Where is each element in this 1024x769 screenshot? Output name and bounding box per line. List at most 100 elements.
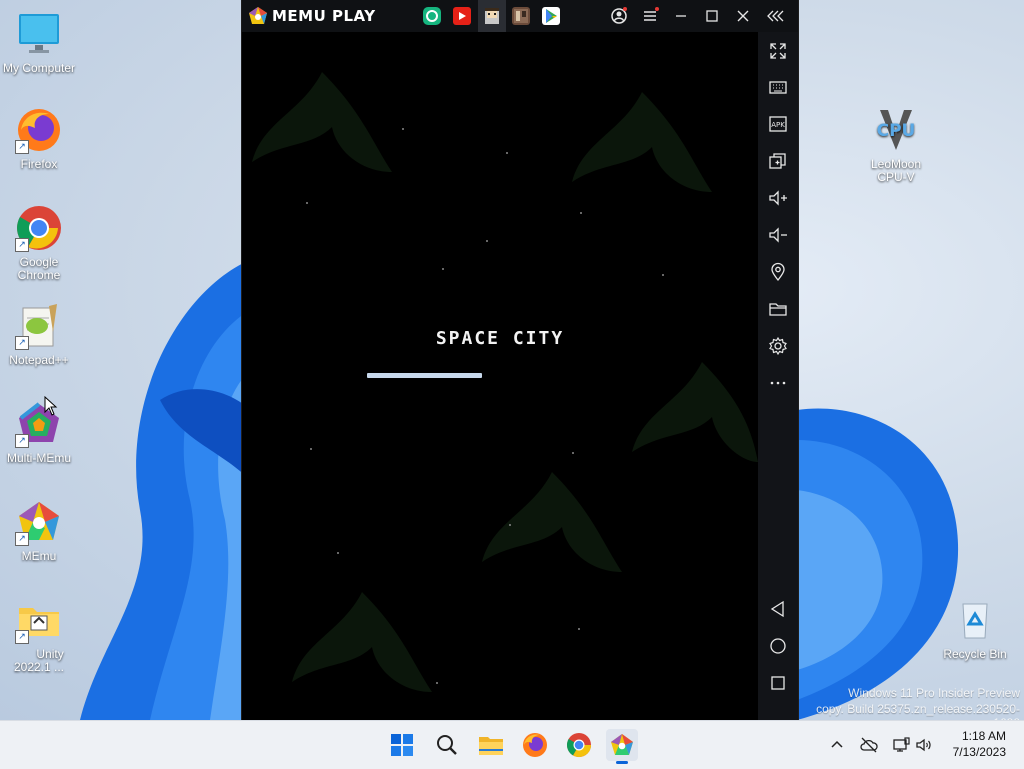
youtube-icon[interactable]	[453, 7, 471, 25]
icon-label: Multi-MEmu	[6, 451, 71, 465]
watermark-line2: copy. Build 25375.zn_release.230520-1632	[816, 702, 1020, 720]
firefox-shortcut[interactable]: ↗ Firefox	[1, 106, 77, 171]
google-chrome-shortcut[interactable]: ↗ Google Chrome	[1, 204, 77, 282]
star	[436, 682, 438, 684]
monitor-icon	[15, 10, 63, 58]
star	[402, 128, 404, 130]
icon-label: Google Chrome	[17, 255, 61, 282]
star	[662, 274, 664, 276]
file-explorer-icon[interactable]	[475, 729, 507, 761]
running-indicator	[616, 761, 628, 764]
keyboard-icon[interactable]	[766, 75, 790, 99]
star	[306, 202, 308, 204]
watermark-line1: Windows 11 Pro Insider Preview	[848, 686, 1020, 700]
recycle-bin-shortcut[interactable]: Recycle Bin	[937, 596, 1013, 661]
loading-progress-bar	[367, 373, 482, 378]
memu-icon: ↗	[15, 498, 63, 546]
mouse-cursor-icon	[44, 396, 58, 416]
collapse-sidebar-icon[interactable]	[764, 4, 788, 28]
chrome-icon[interactable]	[563, 729, 595, 761]
icon-label: ㅤㅤUnity 2022.1 ...	[13, 647, 65, 674]
volume-icon[interactable]	[914, 735, 934, 755]
taskbar: 1:18 AM 7/13/2023	[0, 720, 1024, 769]
my-computer-shortcut[interactable]: My Computer	[1, 10, 77, 75]
clock-time: 1:18 AM	[961, 729, 1006, 743]
svg-text:CPU: CPU	[877, 121, 916, 141]
system-clock[interactable]: 1:18 AM 7/13/2023	[936, 728, 1006, 760]
icon-label: LeoMoon CPU-V	[870, 157, 922, 184]
menu-icon[interactable]	[638, 4, 662, 28]
minimize-icon[interactable]	[669, 4, 693, 28]
memu-sidebar: APK	[758, 32, 798, 720]
multi-memu-shortcut[interactable]: ↗ Multi-MEmu	[1, 400, 77, 465]
chrome-icon: ↗	[15, 204, 63, 252]
icon-label: My Computer	[2, 61, 76, 75]
volume-down-icon[interactable]	[766, 223, 790, 247]
icon-label: Firefox	[20, 157, 58, 171]
folder-icon[interactable]	[766, 297, 790, 321]
close-icon[interactable]	[731, 4, 755, 28]
icon-label: Recycle Bin	[943, 647, 1007, 661]
memu-window: MEMU PLAY SPACE CITY APK	[241, 0, 799, 720]
star	[337, 552, 339, 554]
game-app-icon[interactable]	[478, 0, 506, 32]
icon-label: MEmu	[21, 549, 57, 563]
shortcut-arrow-icon: ↗	[15, 238, 29, 252]
svg-text:APK: APK	[771, 121, 785, 129]
start-icon[interactable]	[386, 729, 418, 761]
search-icon[interactable]	[431, 729, 463, 761]
maximize-icon[interactable]	[700, 4, 724, 28]
folder-shortcut-icon: ↗	[15, 596, 63, 644]
star	[580, 212, 582, 214]
volume-up-icon[interactable]	[766, 186, 790, 210]
cpu-icon: CPU	[872, 106, 920, 154]
play-store-icon[interactable]	[542, 7, 560, 25]
memu-icon[interactable]	[606, 729, 638, 764]
shortcut-arrow-icon: ↗	[15, 532, 29, 546]
fullscreen-icon[interactable]	[766, 39, 790, 63]
firefox-icon: ↗	[15, 106, 63, 154]
wallpaper-bloom-right	[797, 408, 959, 720]
star	[509, 524, 511, 526]
network-icon[interactable]	[891, 735, 911, 755]
notepad-plus-plus-shortcut[interactable]: ↗ Notepad++	[1, 302, 77, 367]
recycle-bin-icon	[951, 596, 999, 644]
windows-watermark: Windows 11 Pro Insider Preview copy. Bui…	[790, 686, 1020, 720]
settings-icon[interactable]	[766, 334, 790, 358]
cloud-offline-icon[interactable]	[859, 735, 879, 755]
memu-logo-icon	[249, 7, 267, 24]
more-icon[interactable]	[766, 371, 790, 395]
memu-shortcut[interactable]: ↗ MEmu	[1, 498, 77, 563]
memu-logo-text: MEMU PLAY	[272, 7, 376, 25]
back-icon[interactable]	[766, 597, 790, 621]
memu-title-bar[interactable]: MEMU PLAY	[242, 0, 798, 32]
show-hidden-icons-icon[interactable]	[827, 735, 847, 755]
shortcut-arrow-icon: ↗	[15, 630, 29, 644]
star	[506, 152, 508, 154]
star	[578, 628, 580, 630]
firefox-icon[interactable]	[519, 729, 551, 761]
clock-date: 7/13/2023	[952, 745, 1006, 759]
game-app-2-icon[interactable]	[512, 7, 530, 25]
notepad-plus-plus-icon: ↗	[15, 302, 63, 350]
unity-shortcut[interactable]: ↗ ㅤㅤUnity 2022.1 ...	[1, 596, 77, 674]
leomoon-cpu-v-shortcut[interactable]: CPU LeoMoon CPU-V	[858, 106, 934, 184]
game-title: SPACE CITY	[435, 328, 565, 349]
star	[442, 268, 444, 270]
star	[310, 448, 312, 450]
recents-icon[interactable]	[766, 671, 790, 695]
shortcut-arrow-icon: ↗	[15, 140, 29, 154]
shortcut-arrow-icon: ↗	[15, 336, 29, 350]
background-leaves	[252, 72, 758, 692]
apk-icon[interactable]: APK	[766, 112, 790, 136]
star	[486, 240, 488, 242]
star	[572, 452, 574, 454]
account-icon[interactable]	[607, 4, 631, 28]
icon-label: Notepad++	[9, 353, 69, 367]
shortcut-arrow-icon: ↗	[15, 434, 29, 448]
multi-window-icon[interactable]	[766, 149, 790, 173]
home-icon[interactable]	[766, 634, 790, 658]
memu-app-icon[interactable]	[423, 7, 441, 25]
location-icon[interactable]	[766, 260, 790, 284]
android-screen[interactable]: SPACE CITY	[242, 32, 758, 720]
